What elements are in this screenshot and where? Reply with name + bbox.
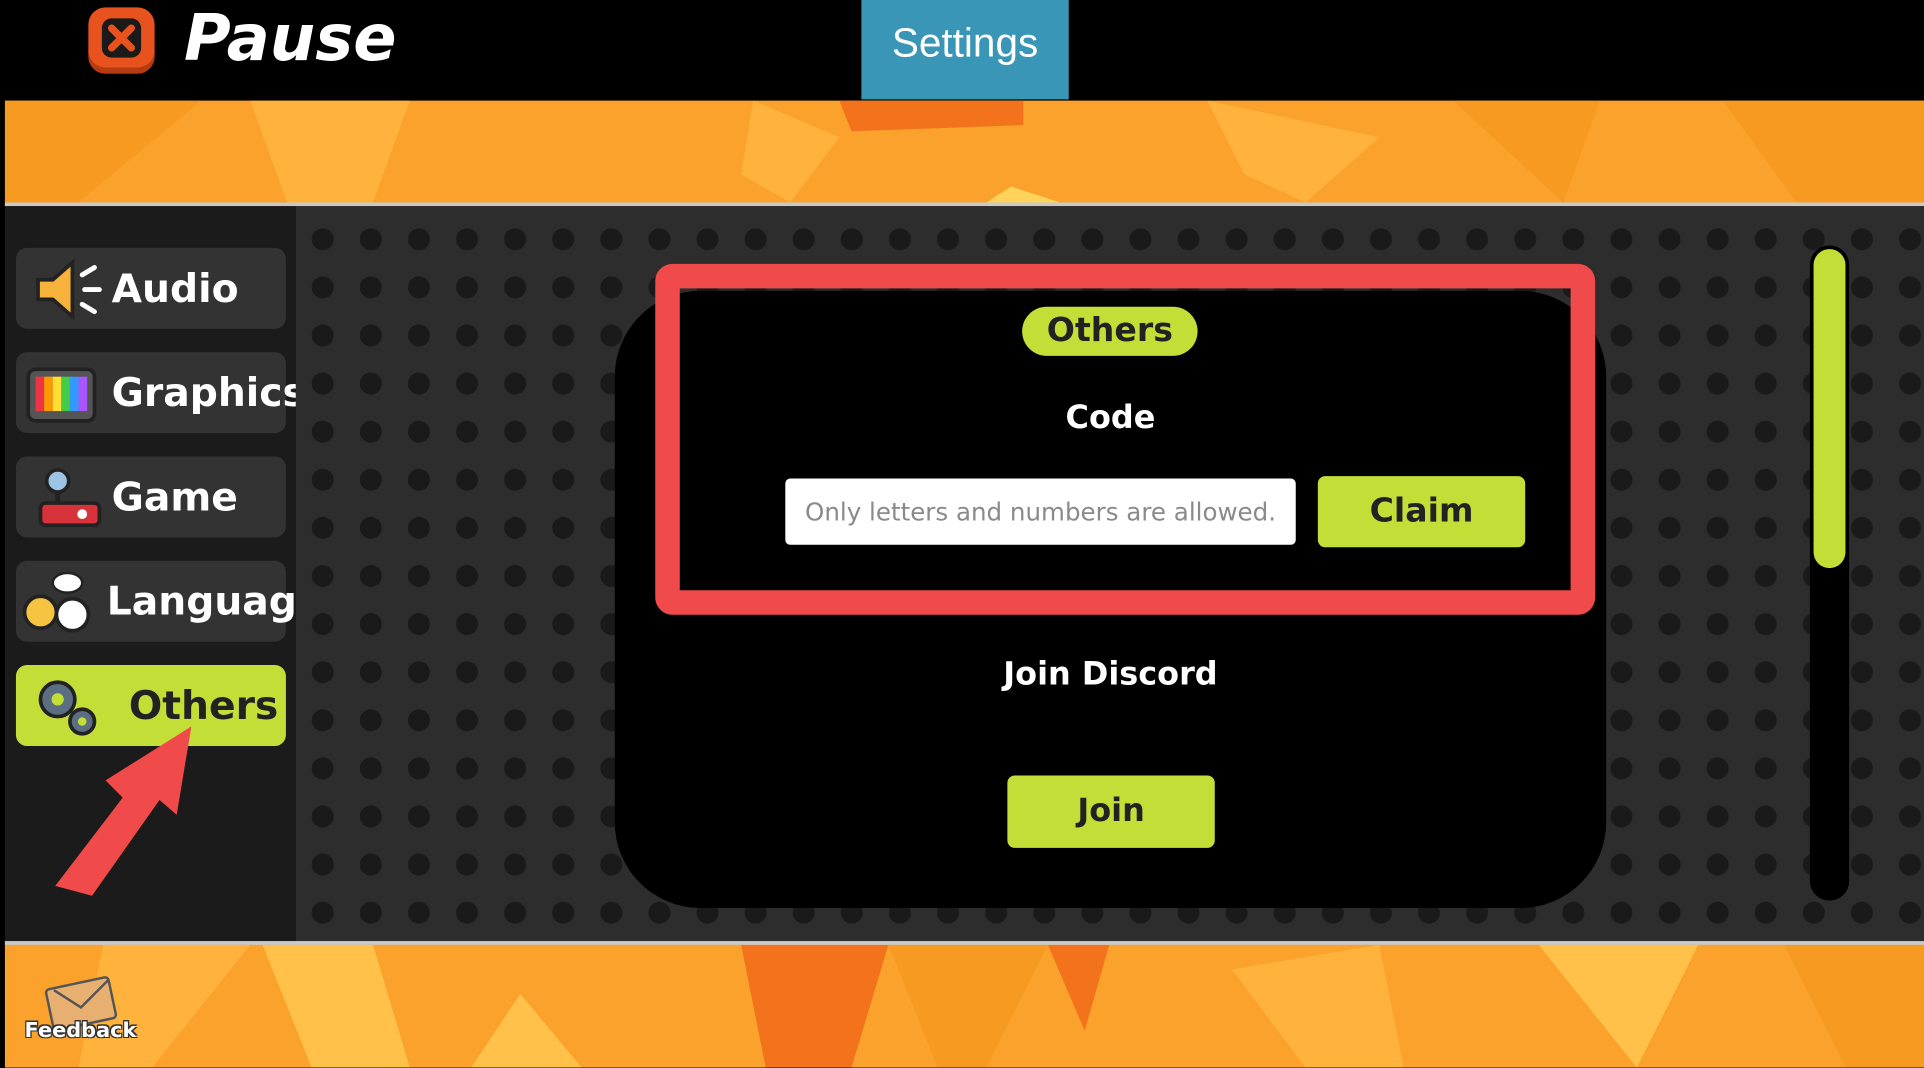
joystick-icon: [38, 468, 102, 528]
feedback-label: Feedback: [24, 1018, 137, 1043]
bottom-decorative-band: [4, 941, 1924, 1068]
sidebar-item-label: Others: [128, 682, 279, 729]
sidebar-item-graphics[interactable]: Graphics: [15, 352, 306, 434]
sidebar-item-game[interactable]: Game: [15, 456, 286, 538]
tab-settings[interactable]: Settings: [861, 0, 1069, 100]
sidebar-item-label: Graphics: [111, 369, 306, 416]
sidebar-item-label: Language: [106, 577, 324, 625]
join-discord-label: Join Discord: [1003, 656, 1218, 694]
chat-characters-icon: [22, 571, 91, 633]
top-decorative-band: [4, 100, 1924, 207]
gears-icon: [38, 680, 97, 736]
sidebar-item-language[interactable]: Language: [15, 560, 324, 642]
top-bar: Pause Settings: [0, 0, 1924, 101]
sidebar-item-label: Audio: [111, 265, 239, 312]
speaker-icon: [36, 258, 102, 321]
sidebar-item-others[interactable]: Others: [15, 665, 286, 747]
sidebar-item-audio[interactable]: Audio: [15, 247, 286, 329]
pause-title: Pause: [184, 2, 397, 77]
sidebar-item-label: Game: [111, 473, 238, 521]
join-discord-button[interactable]: Join: [1007, 775, 1215, 848]
close-pause-button[interactable]: [88, 7, 155, 74]
highlight-box: [655, 263, 1596, 615]
close-icon: [101, 18, 142, 58]
tv-icon: [26, 367, 97, 423]
feedback-button[interactable]: Feedback: [20, 975, 136, 1049]
settings-sidebar: Audio Graphics Game Language Others: [4, 206, 324, 942]
scrollbar-thumb[interactable]: [1813, 249, 1846, 569]
